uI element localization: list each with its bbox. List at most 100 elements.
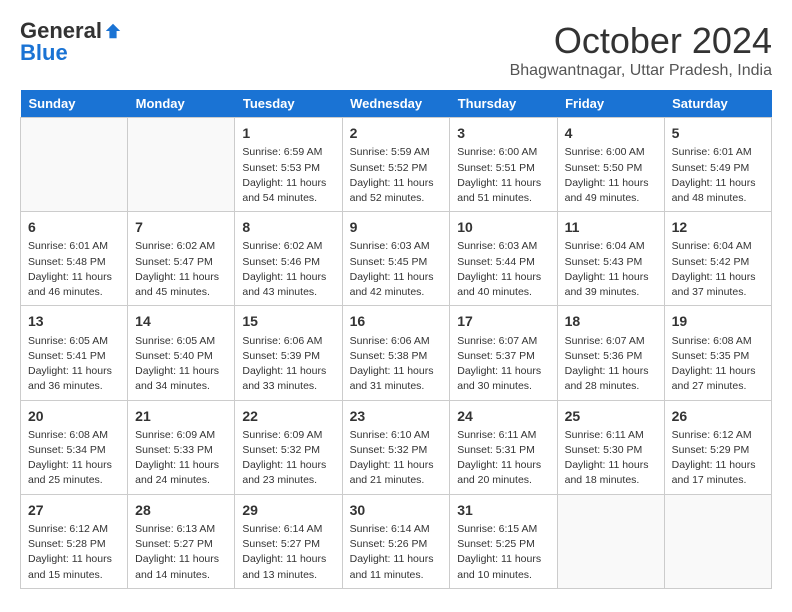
- day-info: Sunrise: 6:05 AMSunset: 5:41 PMDaylight:…: [28, 334, 120, 395]
- calendar-table: SundayMondayTuesdayWednesdayThursdayFrid…: [20, 90, 772, 589]
- day-info: Sunrise: 6:59 AMSunset: 5:53 PMDaylight:…: [242, 145, 334, 206]
- day-number: 30: [350, 500, 443, 520]
- day-number: 16: [350, 311, 443, 331]
- day-number: 1: [242, 123, 334, 143]
- day-header-monday: Monday: [128, 90, 235, 118]
- calendar-cell: 27Sunrise: 6:12 AMSunset: 5:28 PMDayligh…: [21, 494, 128, 588]
- calendar-cell: [557, 494, 664, 588]
- calendar-cell: 20Sunrise: 6:08 AMSunset: 5:34 PMDayligh…: [21, 400, 128, 494]
- day-number: 22: [242, 406, 334, 426]
- day-header-friday: Friday: [557, 90, 664, 118]
- day-info: Sunrise: 6:10 AMSunset: 5:32 PMDaylight:…: [350, 428, 443, 489]
- calendar-cell: 9Sunrise: 6:03 AMSunset: 5:45 PMDaylight…: [342, 212, 450, 306]
- calendar-cell: 13 Sunrise: 6:05 AMSunset: 5:41 PMDayligh…: [21, 306, 128, 400]
- day-info: Sunrise: 6:09 AMSunset: 5:32 PMDaylight:…: [242, 428, 334, 489]
- day-number: 19: [672, 311, 764, 331]
- day-number: 6: [28, 217, 120, 237]
- day-number: 28: [135, 500, 227, 520]
- location-title: Bhagwantnagar, Uttar Pradesh, India: [510, 62, 772, 80]
- day-info: Sunrise: 6:06 AMSunset: 5:38 PMDaylight:…: [350, 334, 443, 395]
- calendar-cell: 25Sunrise: 6:11 AMSunset: 5:30 PMDayligh…: [557, 400, 664, 494]
- day-info: Sunrise: 6:01 AMSunset: 5:49 PMDaylight:…: [672, 145, 764, 206]
- day-info: Sunrise: 6:09 AMSunset: 5:33 PMDaylight:…: [135, 428, 227, 489]
- logo: General Blue: [20, 20, 122, 64]
- day-number: 5: [672, 123, 764, 143]
- calendar-cell: 6Sunrise: 6:01 AMSunset: 5:48 PMDaylight…: [21, 212, 128, 306]
- day-header-sunday: Sunday: [21, 90, 128, 118]
- calendar-cell: 21Sunrise: 6:09 AMSunset: 5:33 PMDayligh…: [128, 400, 235, 494]
- day-info: Sunrise: 6:04 AMSunset: 5:42 PMDaylight:…: [672, 239, 764, 300]
- day-number: 21: [135, 406, 227, 426]
- calendar-cell: 10Sunrise: 6:03 AMSunset: 5:44 PMDayligh…: [450, 212, 557, 306]
- month-title: October 2024: [510, 20, 772, 62]
- day-info: Sunrise: 6:05 AMSunset: 5:40 PMDaylight:…: [135, 334, 227, 395]
- calendar-cell: 4Sunrise: 6:00 AMSunset: 5:50 PMDaylight…: [557, 118, 664, 212]
- day-number: 13: [28, 311, 120, 331]
- day-number: 17: [457, 311, 549, 331]
- day-info: Sunrise: 6:11 AMSunset: 5:31 PMDaylight:…: [457, 428, 549, 489]
- day-info: Sunrise: 6:03 AMSunset: 5:44 PMDaylight:…: [457, 239, 549, 300]
- day-number: 24: [457, 406, 549, 426]
- day-header-wednesday: Wednesday: [342, 90, 450, 118]
- calendar-cell: [21, 118, 128, 212]
- calendar-week-4: 20Sunrise: 6:08 AMSunset: 5:34 PMDayligh…: [21, 400, 772, 494]
- day-number: 11: [565, 217, 657, 237]
- day-info: Sunrise: 6:15 AMSunset: 5:25 PMDaylight:…: [457, 522, 549, 583]
- day-info: Sunrise: 6:00 AMSunset: 5:50 PMDaylight:…: [565, 145, 657, 206]
- calendar-cell: 23Sunrise: 6:10 AMSunset: 5:32 PMDayligh…: [342, 400, 450, 494]
- day-info: Sunrise: 6:04 AMSunset: 5:43 PMDaylight:…: [565, 239, 657, 300]
- calendar-cell: 14 Sunrise: 6:05 AMSunset: 5:40 PMDayligh…: [128, 306, 235, 400]
- calendar-cell: 12Sunrise: 6:04 AMSunset: 5:42 PMDayligh…: [664, 212, 771, 306]
- calendar-cell: [664, 494, 771, 588]
- title-section: October 2024 Bhagwantnagar, Uttar Prades…: [510, 20, 772, 80]
- day-info: Sunrise: 6:14 AMSunset: 5:27 PMDaylight:…: [242, 522, 334, 583]
- day-info: Sunrise: 6:07 AMSunset: 5:36 PMDaylight:…: [565, 334, 657, 395]
- day-number: 18: [565, 311, 657, 331]
- day-number: 15: [242, 311, 334, 331]
- calendar-cell: 16 Sunrise: 6:06 AMSunset: 5:38 PMDayligh…: [342, 306, 450, 400]
- day-info: Sunrise: 6:00 AMSunset: 5:51 PMDaylight:…: [457, 145, 549, 206]
- day-header-thursday: Thursday: [450, 90, 557, 118]
- calendar-cell: 7Sunrise: 6:02 AMSunset: 5:47 PMDaylight…: [128, 212, 235, 306]
- day-number: 2: [350, 123, 443, 143]
- calendar-cell: 29Sunrise: 6:14 AMSunset: 5:27 PMDayligh…: [235, 494, 342, 588]
- calendar-cell: 28Sunrise: 6:13 AMSunset: 5:27 PMDayligh…: [128, 494, 235, 588]
- calendar-cell: 26Sunrise: 6:12 AMSunset: 5:29 PMDayligh…: [664, 400, 771, 494]
- calendar-cell: 8Sunrise: 6:02 AMSunset: 5:46 PMDaylight…: [235, 212, 342, 306]
- day-header-saturday: Saturday: [664, 90, 771, 118]
- day-number: 7: [135, 217, 227, 237]
- day-number: 14: [135, 311, 227, 331]
- day-number: 29: [242, 500, 334, 520]
- calendar-week-3: 13 Sunrise: 6:05 AMSunset: 5:41 PMDayligh…: [21, 306, 772, 400]
- day-number: 27: [28, 500, 120, 520]
- day-info: Sunrise: 6:13 AMSunset: 5:27 PMDaylight:…: [135, 522, 227, 583]
- calendar-cell: 18 Sunrise: 6:07 AMSunset: 5:36 PMDayligh…: [557, 306, 664, 400]
- day-number: 31: [457, 500, 549, 520]
- day-number: 4: [565, 123, 657, 143]
- calendar-cell: [128, 118, 235, 212]
- calendar-cell: 31Sunrise: 6:15 AMSunset: 5:25 PMDayligh…: [450, 494, 557, 588]
- calendar-cell: 22Sunrise: 6:09 AMSunset: 5:32 PMDayligh…: [235, 400, 342, 494]
- calendar-cell: 24Sunrise: 6:11 AMSunset: 5:31 PMDayligh…: [450, 400, 557, 494]
- calendar-cell: 5Sunrise: 6:01 AMSunset: 5:49 PMDaylight…: [664, 118, 771, 212]
- day-info: Sunrise: 6:14 AMSunset: 5:26 PMDaylight:…: [350, 522, 443, 583]
- day-info: Sunrise: 6:03 AMSunset: 5:45 PMDaylight:…: [350, 239, 443, 300]
- page-header: General Blue October 2024 Bhagwantnagar,…: [20, 20, 772, 80]
- day-info: Sunrise: 6:06 AMSunset: 5:39 PMDaylight:…: [242, 334, 334, 395]
- calendar-cell: 1Sunrise: 6:59 AMSunset: 5:53 PMDaylight…: [235, 118, 342, 212]
- day-info: Sunrise: 6:08 AMSunset: 5:35 PMDaylight:…: [672, 334, 764, 395]
- calendar-cell: 3Sunrise: 6:00 AMSunset: 5:51 PMDaylight…: [450, 118, 557, 212]
- day-info: Sunrise: 6:08 AMSunset: 5:34 PMDaylight:…: [28, 428, 120, 489]
- day-info: Sunrise: 6:02 AMSunset: 5:47 PMDaylight:…: [135, 239, 227, 300]
- calendar-header-row: SundayMondayTuesdayWednesdayThursdayFrid…: [21, 90, 772, 118]
- calendar-cell: 11Sunrise: 6:04 AMSunset: 5:43 PMDayligh…: [557, 212, 664, 306]
- calendar-cell: 19 Sunrise: 6:08 AMSunset: 5:35 PMDayligh…: [664, 306, 771, 400]
- day-number: 12: [672, 217, 764, 237]
- calendar-cell: 2Sunrise: 5:59 AMSunset: 5:52 PMDaylight…: [342, 118, 450, 212]
- calendar-cell: 30Sunrise: 6:14 AMSunset: 5:26 PMDayligh…: [342, 494, 450, 588]
- logo-general-text: General: [20, 20, 102, 42]
- day-number: 23: [350, 406, 443, 426]
- day-number: 3: [457, 123, 549, 143]
- calendar-week-1: 1Sunrise: 6:59 AMSunset: 5:53 PMDaylight…: [21, 118, 772, 212]
- calendar-week-5: 27Sunrise: 6:12 AMSunset: 5:28 PMDayligh…: [21, 494, 772, 588]
